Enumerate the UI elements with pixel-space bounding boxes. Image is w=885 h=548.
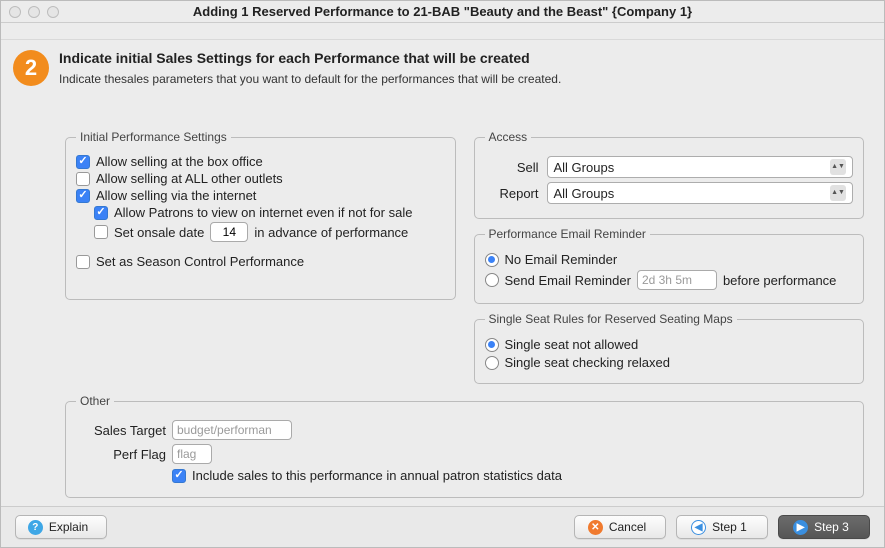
window-title: Adding 1 Reserved Performance to 21-BAB … — [1, 4, 884, 19]
reminder-suffix: before performance — [723, 273, 836, 288]
onsale-date-checkbox[interactable] — [94, 225, 108, 239]
report-select[interactable]: All Groups ▲▼ — [547, 182, 854, 204]
arrow-left-icon: ◀ — [691, 520, 706, 535]
ips-legend: Initial Performance Settings — [76, 130, 231, 144]
close-traffic-icon[interactable] — [9, 6, 21, 18]
allow-box-office-checkbox[interactable] — [76, 155, 90, 169]
allow-view-checkbox[interactable] — [94, 206, 108, 220]
perf-flag-input[interactable] — [172, 444, 212, 464]
dialog-window: Adding 1 Reserved Performance to 21-BAB … — [0, 0, 885, 548]
include-stats-checkbox[interactable] — [172, 469, 186, 483]
updown-icon: ▲▼ — [830, 159, 846, 175]
report-label: Report — [485, 186, 539, 201]
perf-flag-label: Perf Flag — [76, 447, 166, 462]
reminder-legend: Performance Email Reminder — [485, 227, 650, 241]
allow-internet-label: Allow selling via the internet — [96, 188, 256, 203]
step3-button[interactable]: ▶ Step 3 — [778, 515, 870, 539]
other-legend: Other — [76, 394, 114, 408]
sell-label: Sell — [485, 160, 539, 175]
no-email-radio[interactable] — [485, 253, 499, 267]
send-email-label: Send Email Reminder — [505, 273, 631, 288]
step1-button[interactable]: ◀ Step 1 — [676, 515, 768, 539]
single-seat-relaxed-radio[interactable] — [485, 356, 499, 370]
other-group: Other Sales Target Perf Flag Include sal… — [65, 394, 864, 498]
include-stats-label: Include sales to this performance in ann… — [192, 468, 562, 483]
page-subtitle: Indicate thesales parameters that you wa… — [59, 72, 561, 86]
step-header: 2 Indicate initial Sales Settings for ea… — [1, 40, 884, 90]
onsale-days-input[interactable] — [210, 222, 248, 242]
access-group: Access Sell All Groups ▲▼ Report All Gro… — [474, 130, 865, 219]
titlebar: Adding 1 Reserved Performance to 21-BAB … — [1, 1, 884, 23]
cancel-icon: ✕ — [588, 520, 603, 535]
no-email-label: No Email Reminder — [505, 252, 618, 267]
step-number-badge: 2 — [13, 50, 49, 86]
content-area: Initial Performance Settings Allow selli… — [1, 90, 884, 506]
minimize-traffic-icon[interactable] — [28, 6, 40, 18]
single-seat-not-allowed-label: Single seat not allowed — [505, 337, 639, 352]
cancel-button[interactable]: ✕ Cancel — [574, 515, 666, 539]
single-seat-not-allowed-radio[interactable] — [485, 338, 499, 352]
explain-button[interactable]: ? Explain — [15, 515, 107, 539]
report-value: All Groups — [554, 186, 615, 201]
sell-select[interactable]: All Groups ▲▼ — [547, 156, 854, 178]
onsale-label-prefix: Set onsale date — [114, 225, 204, 240]
explain-button-label: Explain — [49, 520, 88, 534]
allow-internet-checkbox[interactable] — [76, 189, 90, 203]
arrow-right-icon: ▶ — [793, 520, 808, 535]
email-reminder-group: Performance Email Reminder No Email Remi… — [474, 227, 865, 304]
sales-target-input[interactable] — [172, 420, 292, 440]
single-seat-group: Single Seat Rules for Reserved Seating M… — [474, 312, 865, 384]
season-control-label: Set as Season Control Performance — [96, 254, 304, 269]
send-email-radio[interactable] — [485, 273, 499, 287]
allow-view-label: Allow Patrons to view on internet even i… — [114, 205, 412, 220]
reminder-duration-input[interactable] — [637, 270, 717, 290]
help-icon: ? — [28, 520, 43, 535]
button-bar: ? Explain ✕ Cancel ◀ Step 1 ▶ Step 3 — [1, 506, 884, 547]
step1-button-label: Step 1 — [712, 520, 747, 534]
allow-box-office-label: Allow selling at the box office — [96, 154, 263, 169]
sell-value: All Groups — [554, 160, 615, 175]
single-seat-legend: Single Seat Rules for Reserved Seating M… — [485, 312, 737, 326]
page-title: Indicate initial Sales Settings for each… — [59, 50, 561, 66]
step3-button-label: Step 3 — [814, 520, 849, 534]
initial-performance-settings-group: Initial Performance Settings Allow selli… — [65, 130, 456, 300]
updown-icon: ▲▼ — [830, 185, 846, 201]
window-controls — [9, 6, 59, 18]
onsale-label-suffix: in advance of performance — [254, 225, 408, 240]
cancel-button-label: Cancel — [609, 520, 646, 534]
access-legend: Access — [485, 130, 532, 144]
allow-outlets-label: Allow selling at ALL other outlets — [96, 171, 283, 186]
zoom-traffic-icon[interactable] — [47, 6, 59, 18]
single-seat-relaxed-label: Single seat checking relaxed — [505, 355, 671, 370]
allow-outlets-checkbox[interactable] — [76, 172, 90, 186]
sales-target-label: Sales Target — [76, 423, 166, 438]
season-control-checkbox[interactable] — [76, 255, 90, 269]
